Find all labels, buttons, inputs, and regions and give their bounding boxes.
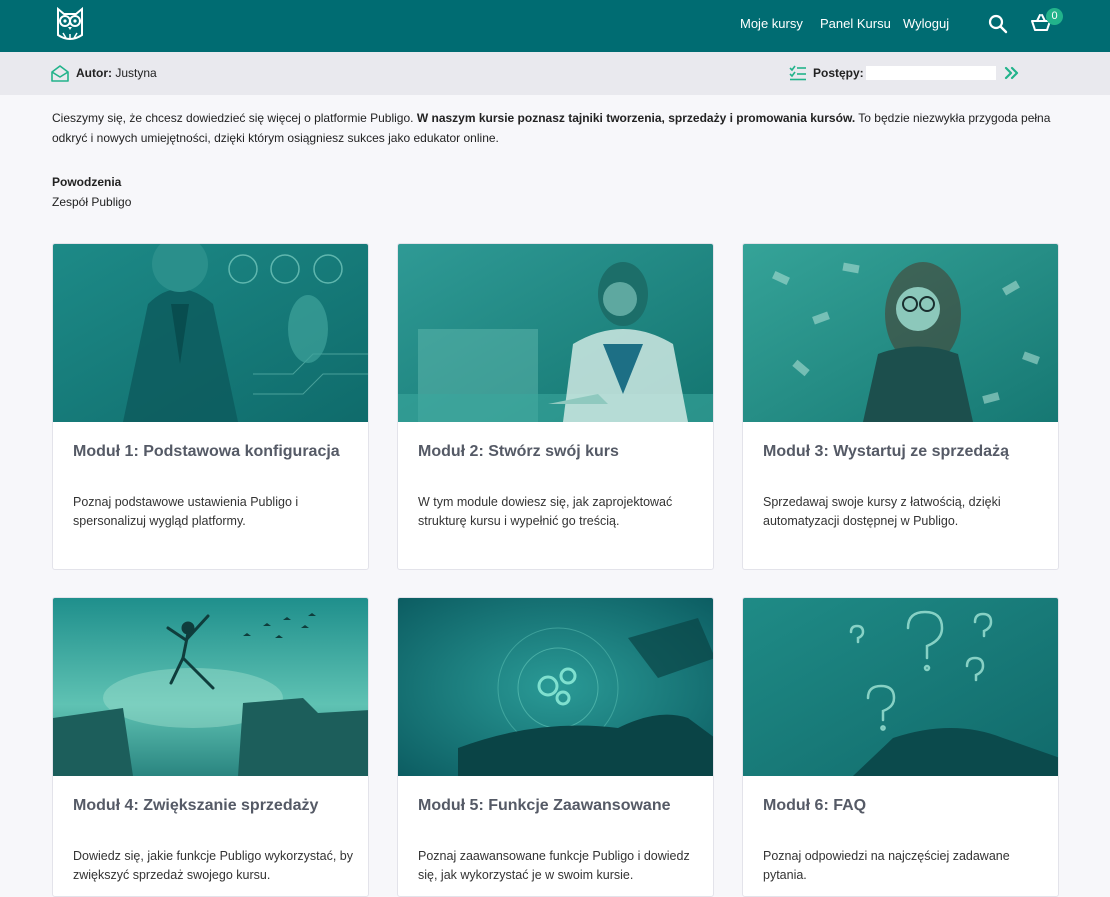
module-card-3[interactable]: Moduł 3: Wystartuj ze sprzedażą Sprzedaw…	[742, 243, 1059, 570]
module-card-6[interactable]: Moduł 6: FAQ Poznaj odpowiedzi na najczę…	[742, 597, 1059, 897]
module-2-description: W tym module dowiesz się, jak zaprojekto…	[418, 495, 673, 528]
nav-logout[interactable]: Wyloguj	[903, 16, 949, 31]
module-5-title[interactable]: Moduł 5: Funkcje Zaawansowane	[418, 797, 671, 815]
author-name: Justyna	[115, 66, 157, 80]
module-1-title[interactable]: Moduł 1: Podstawowa konfiguracja	[73, 443, 340, 461]
module-4-image	[53, 598, 368, 776]
module-2-title[interactable]: Moduł 2: Stwórz swój kurs	[418, 443, 619, 461]
intro-text: Cieszymy się, że chcesz dowiedzieć się w…	[52, 108, 1062, 148]
module-card-5[interactable]: Moduł 5: Funkcje Zaawansowane Poznaj zaa…	[397, 597, 714, 897]
envelope-open-icon	[51, 65, 69, 85]
double-chevron-right-icon[interactable]	[1004, 65, 1020, 84]
module-card-1[interactable]: Moduł 1: Podstawowa konfiguracja Poznaj …	[52, 243, 369, 570]
module-3-image	[743, 244, 1058, 422]
module-1-image	[53, 244, 368, 422]
module-4-description: Dowiedz się, jakie funkcje Publigo wykor…	[73, 849, 353, 882]
author-label: Autor:	[76, 66, 112, 80]
course-info-bar: Autor: Justyna Postępy:	[0, 52, 1110, 95]
module-2-image	[398, 244, 713, 422]
module-6-image	[743, 598, 1058, 776]
checklist-icon	[789, 65, 807, 84]
progress-bar	[866, 66, 996, 80]
module-1-description: Poznaj podstawowe ustawienia Publigo i s…	[73, 495, 299, 528]
module-5-description: Poznaj zaawansowane funkcje Publigo i do…	[418, 849, 690, 882]
signature-greeting: Powodzenia	[52, 175, 122, 189]
nav-course-panel[interactable]: Panel Kursu	[820, 16, 891, 31]
module-card-4[interactable]: Moduł 4: Zwiększanie sprzedaży Dowiedz s…	[52, 597, 369, 897]
search-icon[interactable]	[988, 14, 1008, 37]
cart-count-badge: 0	[1046, 8, 1063, 25]
owl-logo-icon[interactable]	[54, 5, 86, 43]
intro-text-bold: W naszym kursie poznasz tajniki tworzeni…	[416, 111, 856, 125]
module-6-title[interactable]: Moduł 6: FAQ	[763, 797, 866, 815]
module-6-description: Poznaj odpowiedzi na najczęściej zadawan…	[763, 849, 1010, 882]
module-5-image	[398, 598, 713, 776]
module-card-2[interactable]: Moduł 2: Stwórz swój kurs W tym module d…	[397, 243, 714, 570]
nav-my-courses[interactable]: Moje kursy	[740, 16, 803, 31]
top-navbar: Moje kursy Panel Kursu Wyloguj 0	[0, 0, 1110, 52]
intro-text-part-1: Cieszymy się, że chcesz dowiedzieć się w…	[52, 111, 417, 125]
signature-team: Zespół Publigo	[52, 195, 132, 209]
author-info: Autor: Justyna	[76, 66, 157, 80]
module-4-title[interactable]: Moduł 4: Zwiększanie sprzedaży	[73, 797, 318, 815]
module-3-description: Sprzedawaj swoje kursy z łatwością, dzię…	[763, 495, 1001, 528]
progress-label: Postępy:	[813, 66, 864, 80]
module-3-title[interactable]: Moduł 3: Wystartuj ze sprzedażą	[763, 443, 1009, 461]
